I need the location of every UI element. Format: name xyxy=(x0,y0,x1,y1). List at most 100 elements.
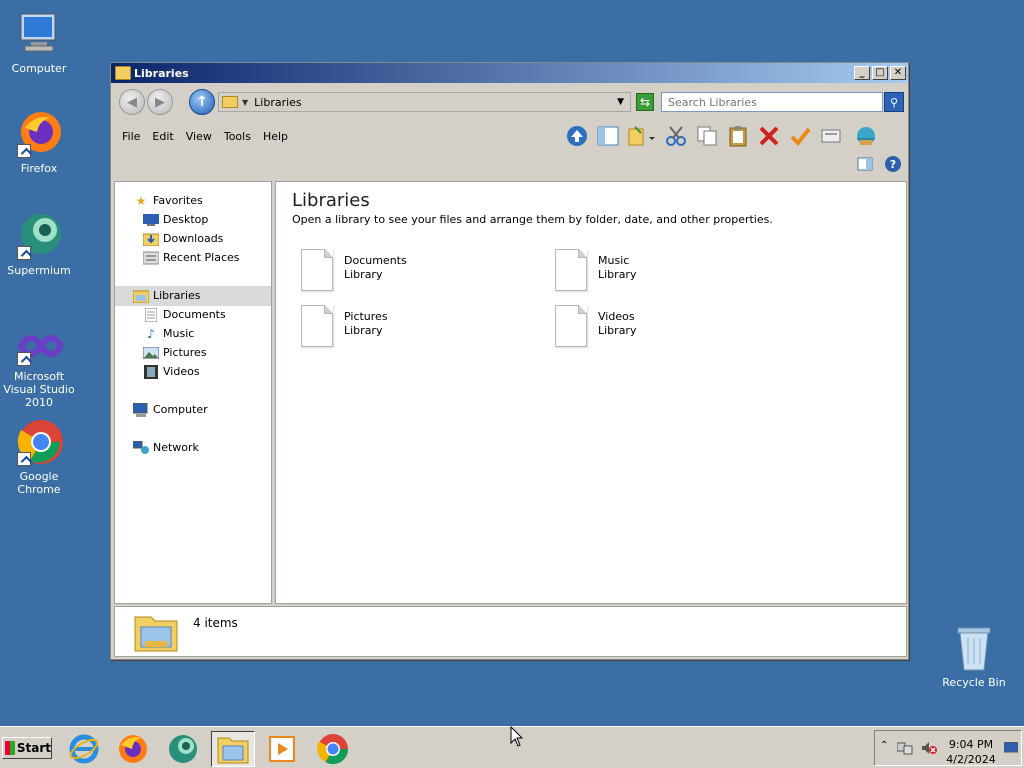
shortcut-arrow-icon xyxy=(17,352,31,366)
breadcrumb-separator-icon[interactable]: ▼ xyxy=(242,98,248,107)
address-toolbar: ◀ ▶ ↑ ▼ Libraries ▼ ⇆ ⚲ xyxy=(111,84,908,120)
up-button[interactable]: ↑ xyxy=(189,89,215,115)
clock-date: 4/2/2024 xyxy=(946,753,996,766)
taskbar-internet-explorer[interactable] xyxy=(62,731,106,767)
nav-item-libraries[interactable]: Libraries xyxy=(133,286,201,305)
library-type: Library xyxy=(598,324,637,337)
address-bar[interactable]: ▼ Libraries ▼ xyxy=(218,92,631,112)
desktop-icon-recycle-bin[interactable]: Recycle Bin xyxy=(935,624,1013,689)
back-button[interactable]: ◀ xyxy=(119,89,145,115)
media-player-icon xyxy=(269,736,295,762)
recycle-bin-icon xyxy=(950,624,998,672)
navigation-pane: ★ Favorites Desktop Downloads Recent Pla… xyxy=(114,181,272,604)
desktop-icon-label: Supermium xyxy=(7,264,71,277)
chevron-down-icon[interactable]: ▼ xyxy=(617,97,624,107)
desktop-icon-label: Microsoft Visual Studio 2010 xyxy=(3,370,75,409)
desktop-icon-label: Computer xyxy=(11,62,67,75)
svg-text:?: ? xyxy=(890,158,896,171)
system-tray: ⌃ 9:04 PM 4/2/2024 xyxy=(874,730,1022,766)
menu-file[interactable]: File xyxy=(117,128,145,145)
paste-icon[interactable] xyxy=(726,124,750,148)
network-tray-icon[interactable] xyxy=(896,741,913,758)
taskbar-firefox[interactable] xyxy=(111,731,155,767)
start-label: Start xyxy=(16,741,51,755)
star-icon: ★ xyxy=(135,193,147,208)
nav-item-recent-places[interactable]: Recent Places xyxy=(143,248,240,267)
cut-icon[interactable] xyxy=(664,124,688,148)
window-title: Libraries xyxy=(134,66,189,80)
nav-label: Documents xyxy=(163,308,226,321)
libraries-large-icon xyxy=(133,611,179,656)
network-globe-icon[interactable] xyxy=(854,124,878,148)
library-item-documents[interactable]: Documents Library xyxy=(301,249,521,295)
search-icon[interactable]: ⚲ xyxy=(884,92,904,112)
firefox-icon xyxy=(119,735,147,763)
nav-item-desktop[interactable]: Desktop xyxy=(143,210,208,229)
copy-icon[interactable] xyxy=(695,124,719,148)
taskbar-chrome[interactable] xyxy=(311,731,355,767)
menu-view[interactable]: View xyxy=(181,128,217,145)
content-pane: Libraries Open a library to see your fil… xyxy=(275,181,907,604)
search-input[interactable] xyxy=(661,92,883,112)
page-title: Libraries xyxy=(292,190,370,211)
view-options-icon[interactable] xyxy=(627,124,657,148)
close-button[interactable]: ✕ xyxy=(890,66,906,80)
desktop-icon-firefox[interactable]: Firefox xyxy=(0,110,78,175)
details-pane: 4 items xyxy=(114,606,907,657)
show-desktop-icon[interactable] xyxy=(1003,741,1019,757)
desktop-icon-label: Recycle Bin xyxy=(942,676,1006,689)
volume-muted-icon[interactable] xyxy=(921,741,937,758)
desktop-icon-visual-studio[interactable]: Microsoft Visual Studio 2010 xyxy=(0,326,78,409)
properties-icon[interactable] xyxy=(819,124,843,148)
pane-toggle-icon[interactable] xyxy=(596,124,620,148)
tray-clock[interactable]: 9:04 PM 4/2/2024 xyxy=(945,737,997,767)
nav-item-favorites[interactable]: ★ Favorites xyxy=(133,191,203,210)
desktop-icon-supermium[interactable]: Supermium xyxy=(0,212,78,277)
nav-label: Videos xyxy=(163,365,200,378)
desktop-icon-chrome[interactable]: Google Chrome xyxy=(0,418,78,496)
downloads-folder-icon xyxy=(143,232,159,246)
menu-help[interactable]: Help xyxy=(258,128,293,145)
preview-pane-icon[interactable] xyxy=(856,155,874,173)
libraries-icon xyxy=(222,96,238,108)
firefox-icon xyxy=(15,110,63,158)
library-item-videos[interactable]: Videos Library xyxy=(555,305,775,351)
library-item-music[interactable]: Music Library xyxy=(555,249,775,295)
taskbar-supermium[interactable] xyxy=(161,731,205,767)
videos-film-icon xyxy=(143,364,159,379)
file-explorer-icon xyxy=(217,737,249,764)
minimize-button[interactable]: _ xyxy=(854,66,870,80)
nav-item-downloads[interactable]: Downloads xyxy=(143,229,223,248)
refresh-button[interactable]: ⇆ xyxy=(636,93,654,111)
desktop-icon-computer[interactable]: Computer xyxy=(0,10,78,75)
nav-item-documents[interactable]: Documents xyxy=(143,305,226,324)
title-bar[interactable]: Libraries _ □ ✕ xyxy=(111,63,908,83)
nav-item-pictures[interactable]: Pictures xyxy=(143,343,207,362)
start-button[interactable]: Start xyxy=(2,737,52,759)
nav-label: Recent Places xyxy=(163,251,240,264)
nav-item-videos[interactable]: Videos xyxy=(143,362,200,381)
clock-time: 9:04 PM xyxy=(948,738,994,751)
nav-label: Pictures xyxy=(163,346,207,359)
nav-item-computer[interactable]: Computer xyxy=(133,400,208,419)
up-arrow-icon[interactable] xyxy=(565,124,589,148)
taskbar-file-explorer[interactable] xyxy=(211,731,255,767)
forward-button[interactable]: ▶ xyxy=(147,89,173,115)
recent-places-icon xyxy=(143,251,159,265)
library-name: Pictures xyxy=(344,310,388,323)
delete-icon[interactable] xyxy=(757,124,781,148)
menu-tools[interactable]: Tools xyxy=(219,128,256,145)
library-item-pictures[interactable]: Pictures Library xyxy=(301,305,521,351)
nav-item-music[interactable]: ♪ Music xyxy=(143,324,194,343)
show-hidden-icons-icon[interactable]: ⌃ xyxy=(880,740,888,751)
maximize-button[interactable]: □ xyxy=(872,66,888,80)
shortcut-arrow-icon xyxy=(17,452,31,466)
taskbar-media-player[interactable] xyxy=(260,731,304,767)
menu-edit[interactable]: Edit xyxy=(147,128,178,145)
check-icon[interactable] xyxy=(788,124,812,148)
library-name: Music xyxy=(598,254,630,267)
internet-explorer-icon xyxy=(69,734,99,764)
shortcut-arrow-icon xyxy=(17,144,31,158)
nav-item-network[interactable]: Network xyxy=(133,438,199,457)
help-icon[interactable]: ? xyxy=(884,155,902,173)
